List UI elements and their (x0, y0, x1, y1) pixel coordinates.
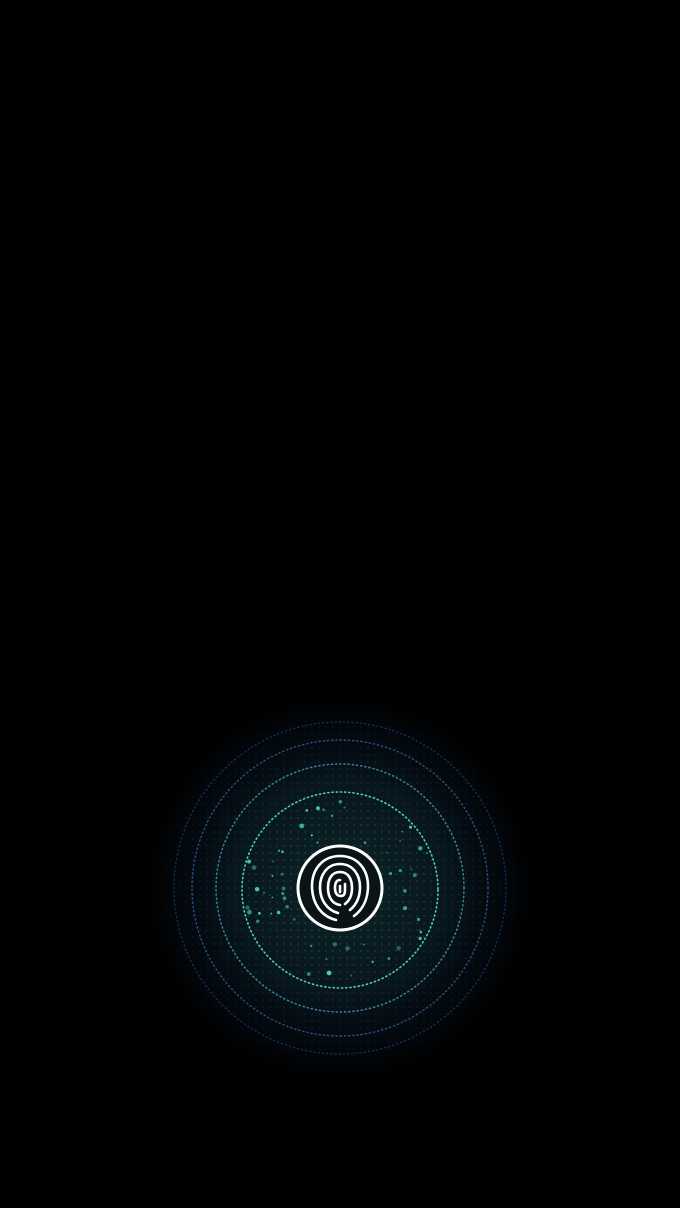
sparkle-dot (278, 849, 281, 852)
sparkle-dot (389, 871, 393, 876)
sparkle-dot (401, 830, 403, 833)
sparkle-dot (426, 851, 429, 855)
sparkle-dot (281, 886, 286, 891)
sparkle-dot (322, 808, 325, 812)
sparkle-dot (251, 865, 257, 870)
sparkle-dot (387, 957, 391, 961)
sparkle-dot (399, 839, 402, 842)
sparkle-dot (410, 868, 413, 871)
sparkle-dot (409, 825, 412, 829)
sparkle-dot (326, 970, 332, 976)
sparkle-dot (403, 906, 408, 911)
sparkle-dot (257, 911, 261, 915)
sparkle-dot (247, 859, 252, 864)
sparkle-dot (281, 891, 285, 896)
sparkle-dot (271, 860, 274, 863)
sparkle-dot (299, 823, 305, 829)
sparkle-dot (306, 972, 311, 976)
sparkle-dot (285, 905, 289, 909)
sparkle-dot (385, 851, 388, 854)
sparkle-dot (330, 814, 334, 818)
sparkle-dot (419, 929, 421, 932)
sparkle-dot (276, 910, 281, 915)
sparkle-dot (282, 896, 287, 901)
sparkle-dot (412, 873, 417, 878)
sparkle-dot (403, 889, 407, 893)
sparkle-dot (332, 942, 338, 947)
sparkle-dot (418, 936, 422, 941)
sparkle-dot (254, 886, 260, 892)
sparkle-dot (325, 958, 328, 961)
sparkle-dot (271, 896, 274, 899)
sparkle-dot (262, 891, 266, 894)
sparkle-dot (345, 946, 350, 951)
sparkle-dot (419, 930, 423, 934)
sparkle-dot (309, 944, 313, 948)
fingerprint-button[interactable] (296, 844, 384, 932)
fingerprint-icon (296, 844, 384, 932)
sparkle-dot (245, 905, 250, 910)
sparkle-dot (338, 800, 342, 804)
sparkle-dot (247, 909, 252, 915)
sparkle-dot (280, 872, 284, 876)
sparkle-dot (271, 874, 274, 877)
sparkle-dot (416, 917, 421, 922)
lock-screen (0, 0, 680, 1208)
sparkle-dot (270, 912, 273, 915)
sparkle-dot (396, 945, 401, 951)
sparkle-dot (363, 943, 365, 946)
sparkle-dot (371, 960, 374, 964)
sparkle-dot (310, 834, 313, 837)
sparkle-dot (398, 869, 402, 873)
sparkle-dot (316, 806, 320, 811)
sparkle-dot (350, 974, 353, 977)
fingerprint-sensor-area[interactable] (140, 688, 540, 1088)
sparkle-dot (256, 919, 260, 923)
sparkle-dot (305, 809, 309, 812)
sparkle-dot (343, 806, 346, 809)
sparkle-dot (281, 850, 284, 854)
sparkle-dot (418, 846, 423, 851)
